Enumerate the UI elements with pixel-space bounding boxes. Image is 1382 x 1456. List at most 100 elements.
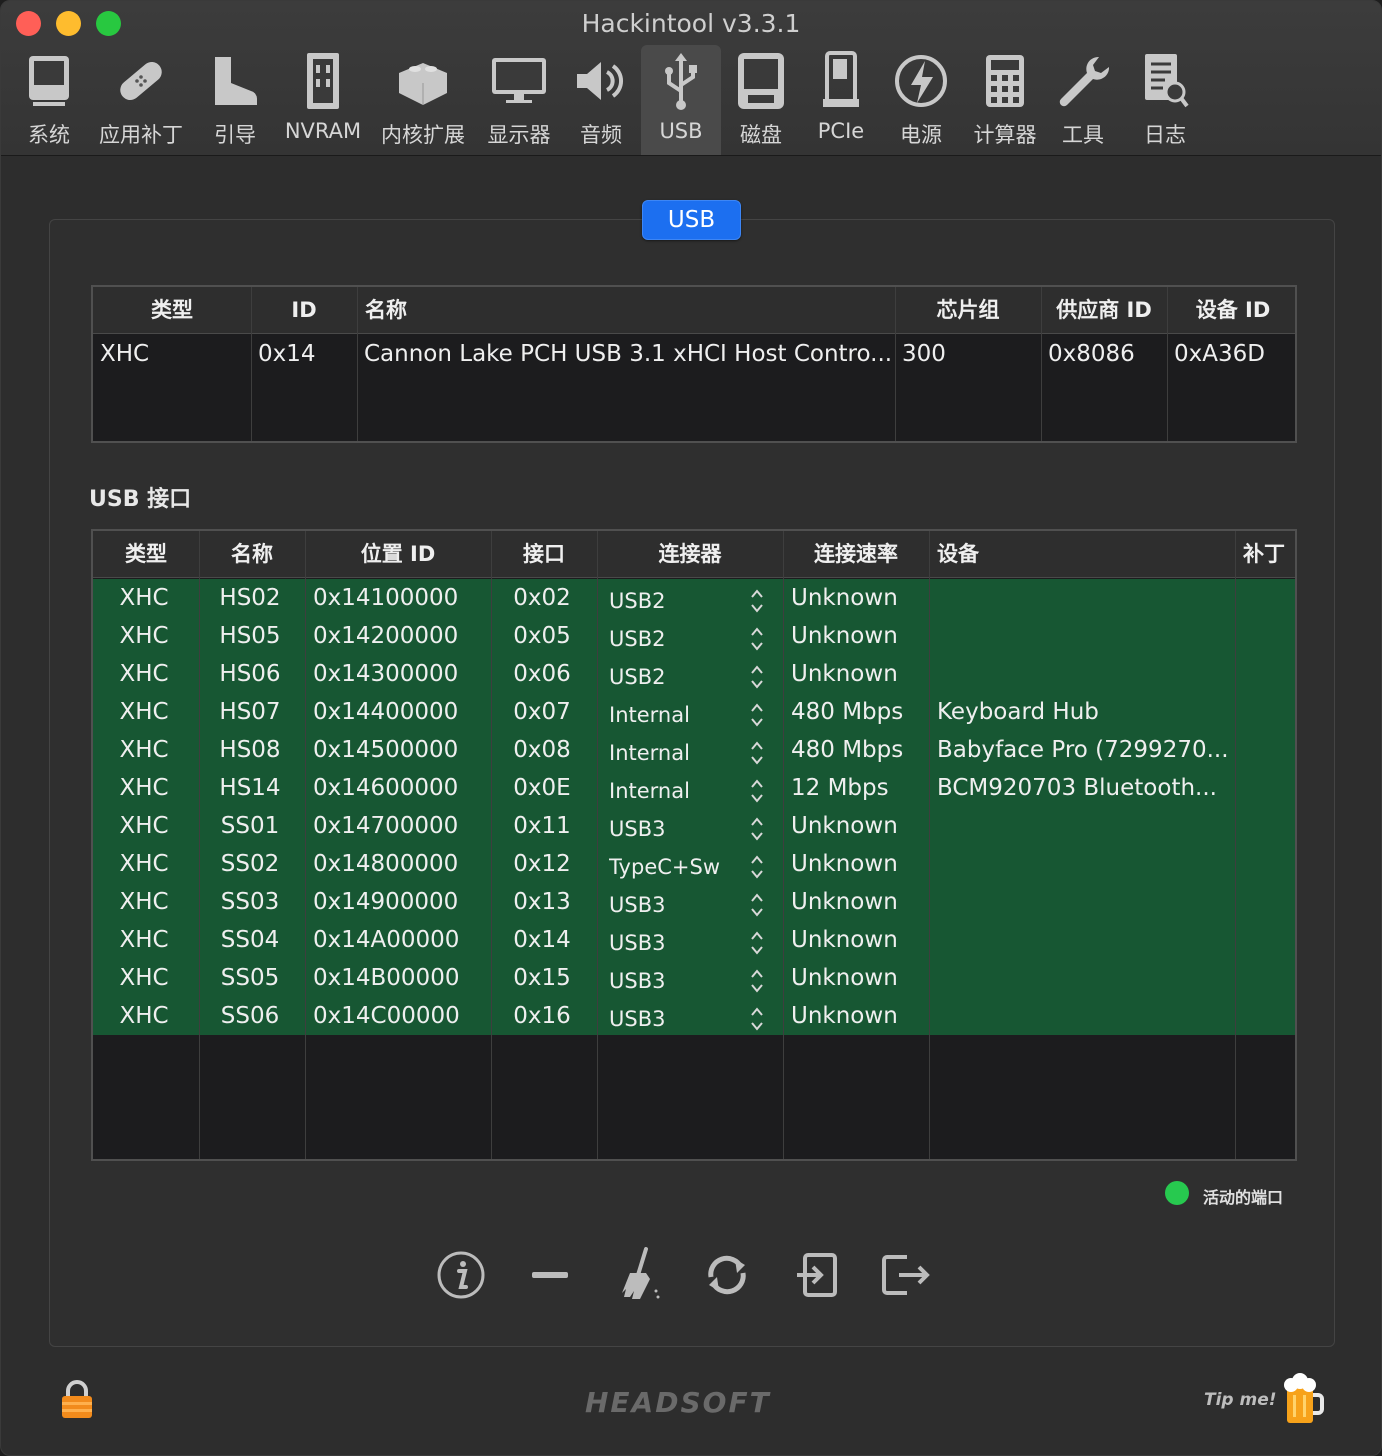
updown-chevron-icon[interactable] [749, 587, 765, 619]
toolbar-item-calculator[interactable]: 计算器 [963, 45, 1047, 155]
column-header[interactable]: 类型 [93, 531, 199, 577]
toolbar-item-pci-card[interactable]: PCIe [801, 45, 881, 155]
updown-chevron-icon[interactable] [749, 739, 765, 771]
port-cell: XHC [119, 737, 169, 763]
column-header[interactable]: 接口 [491, 531, 597, 577]
column-header[interactable]: 补丁 [1243, 531, 1295, 577]
tip-beer-button[interactable] [1281, 1371, 1325, 1431]
port-cell: 480 Mbps [791, 699, 904, 725]
updown-chevron-icon[interactable] [749, 1005, 765, 1037]
toolbar-item-bandage[interactable]: 应用补丁 [89, 45, 193, 155]
port-cell: 0x14600000 [313, 775, 459, 801]
port-cell: 0x14300000 [313, 661, 459, 687]
column-header[interactable]: 设备 [937, 531, 1235, 577]
port-cell: XHC [119, 585, 169, 611]
toolbar-item-computer[interactable]: 系统 [5, 45, 93, 155]
column-header[interactable]: 名称 [199, 531, 305, 577]
column-divider [251, 287, 252, 441]
column-divider [305, 531, 306, 1159]
bandage-icon [111, 51, 171, 111]
updown-chevron-icon[interactable] [749, 853, 765, 885]
column-header[interactable]: 位置 ID [305, 531, 491, 577]
connector-select[interactable]: USB3 [609, 1007, 743, 1031]
remove-button[interactable] [518, 1243, 582, 1307]
port-cell: Unknown [791, 585, 898, 611]
window-title: Hackintool v3.3.1 [581, 9, 801, 38]
port-cell: XHC [119, 623, 169, 649]
port-cell: HS08 [219, 737, 281, 763]
updown-chevron-icon[interactable] [749, 815, 765, 847]
toolbar-item-monitor[interactable]: 显示器 [481, 45, 557, 155]
updown-chevron-icon[interactable] [749, 967, 765, 999]
updown-chevron-icon[interactable] [749, 929, 765, 961]
column-header[interactable]: 设备 ID [1167, 287, 1295, 333]
info-button[interactable] [429, 1243, 493, 1307]
connector-select[interactable]: USB3 [609, 817, 743, 841]
toolbar-item-log-document[interactable]: 日志 [1125, 45, 1205, 155]
log-document-icon [1135, 51, 1195, 111]
toolbar-item-disk[interactable]: 磁盘 [719, 45, 803, 155]
connector-select[interactable]: Internal [609, 741, 743, 765]
toolbar-item-label: 磁盘 [740, 123, 782, 147]
column-divider [199, 531, 200, 1159]
toolbar-item-label: NVRAM [284, 119, 362, 143]
usb-icon [651, 51, 711, 111]
toolbar-item-speaker[interactable]: 音频 [569, 45, 633, 155]
refresh-button[interactable] [695, 1243, 759, 1307]
toolbar-item-boot[interactable]: 引导 [197, 45, 273, 155]
connector-select[interactable]: USB2 [609, 589, 743, 613]
connector-select[interactable]: USB3 [609, 969, 743, 993]
updown-chevron-icon[interactable] [749, 701, 765, 733]
import-icon [797, 1253, 837, 1297]
toolbar-item-wrench[interactable]: 工具 [1045, 45, 1121, 155]
lock-icon [62, 1380, 92, 1418]
column-header[interactable]: 名称 [365, 287, 895, 333]
port-cell: Unknown [791, 1003, 898, 1029]
port-cell: HS07 [219, 699, 281, 725]
port-cell: 0x14100000 [313, 585, 459, 611]
port-cell: Unknown [791, 623, 898, 649]
toolbar-item-power-bolt[interactable]: 电源 [881, 45, 961, 155]
connector-select[interactable]: TypeC+Sw [609, 855, 743, 879]
toolbar-item-usb[interactable]: USB [641, 45, 721, 155]
column-header[interactable]: 连接器 [597, 531, 783, 577]
connector-select[interactable]: USB3 [609, 931, 743, 955]
usb-ports-table[interactable]: 类型 名称 位置 ID 接口 连接器 连接速率 设备 补丁 XHC HS02 0x14100000… [91, 529, 1297, 1161]
column-divider [491, 531, 492, 1159]
port-cell: Unknown [791, 889, 898, 915]
port-cell: Babyface Pro (7299270... [937, 737, 1229, 763]
port-cell: Unknown [791, 927, 898, 953]
usb-ports-section-title: USB 接口 [89, 487, 192, 512]
column-header[interactable]: 类型 [93, 287, 251, 333]
updown-chevron-icon[interactable] [749, 891, 765, 923]
updown-chevron-icon[interactable] [749, 777, 765, 809]
port-cell: 0x02 [513, 585, 571, 611]
lego-brick-icon [393, 51, 453, 111]
import-button[interactable] [785, 1243, 849, 1307]
usb-segment-tab[interactable]: USB [642, 200, 741, 240]
toolbar-item-lego-brick[interactable]: 内核扩展 [377, 45, 469, 155]
toolbar-item-label: PCIe [817, 119, 865, 143]
port-cell: 0x14200000 [313, 623, 459, 649]
lock-button[interactable] [59, 1379, 95, 1425]
connector-select[interactable]: USB2 [609, 627, 743, 651]
export-button[interactable] [873, 1243, 937, 1307]
disk-icon [731, 51, 791, 111]
toolbar-item-memory-chip[interactable]: NVRAM [281, 45, 365, 155]
connector-select[interactable]: Internal [609, 703, 743, 727]
toolbar-item-label: 计算器 [973, 123, 1037, 147]
connector-select[interactable]: Internal [609, 779, 743, 803]
column-header[interactable]: ID [251, 287, 357, 333]
updown-chevron-icon[interactable] [749, 625, 765, 657]
tip-me-label[interactable]: Tip me! [1204, 1390, 1277, 1410]
connector-select[interactable]: USB2 [609, 665, 743, 689]
column-header[interactable]: 供应商 ID [1041, 287, 1167, 333]
column-header[interactable]: 芯片组 [895, 287, 1041, 333]
clear-button[interactable] [605, 1243, 669, 1307]
controllers-table[interactable]: 类型 ID 名称 芯片组 供应商 ID 设备 ID XHC 0x14 Cannon Lake … [91, 285, 1297, 443]
updown-chevron-icon[interactable] [749, 663, 765, 695]
connector-select[interactable]: USB3 [609, 893, 743, 917]
column-header[interactable]: 连接速率 [783, 531, 929, 577]
column-divider [929, 531, 930, 1159]
port-cell: 0x14B00000 [313, 965, 460, 991]
